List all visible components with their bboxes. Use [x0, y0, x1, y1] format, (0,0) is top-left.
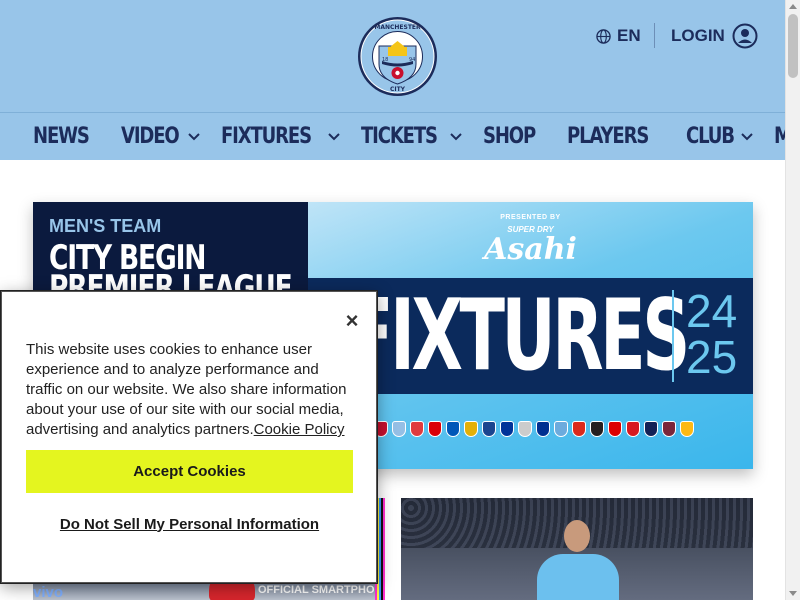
login-button[interactable]: LOGIN [671, 23, 758, 49]
club-badge-icon [392, 421, 406, 437]
player-head-shape [564, 520, 590, 552]
club-badge-icon [590, 421, 604, 437]
hero-category: MEN'S TEAM [49, 216, 162, 236]
nav-label: CLUB [685, 124, 735, 149]
nav-label: VIDEO [120, 124, 180, 149]
nav-label: PLAYERS [566, 124, 649, 149]
nav-item-players[interactable]: PLAYERS [567, 124, 666, 149]
user-circle-icon [732, 23, 758, 49]
language-selector[interactable]: EN [596, 25, 641, 47]
scrollbar-thumb[interactable] [788, 14, 798, 78]
news-card-right[interactable] [401, 498, 753, 600]
cookie-policy-link[interactable]: Cookie Policy [254, 421, 345, 438]
club-crest-logo[interactable]: 18 94 MANCHESTER CITY [357, 16, 438, 97]
sponsor-board-overlay: OFFICIAL SMARTPHO [258, 584, 375, 596]
nav-item-fixtures[interactable]: FIXTURES [221, 124, 341, 149]
club-badge-icon [626, 421, 640, 437]
chevron-down-icon [328, 132, 340, 140]
page-scrollbar[interactable] [785, 0, 800, 600]
globe-icon [596, 28, 611, 44]
nav-label: FIXTURES [221, 124, 312, 149]
crest-top-text: MANCHESTER [374, 24, 421, 31]
close-icon[interactable]: × [341, 310, 363, 332]
nav-item-video[interactable]: VIDEO [121, 124, 201, 149]
sponsor-board-text: vivo [33, 584, 64, 600]
club-badge-icon [608, 421, 622, 437]
player-shirt-shape [537, 554, 619, 600]
language-label: EN [617, 26, 641, 45]
crest-year-right: 94 [409, 57, 415, 63]
page: 18 94 MANCHESTER CITY EN LOGIN NEWS VIDE… [0, 0, 800, 600]
cookie-consent-dialog: × This website uses cookies to enhance u… [1, 291, 377, 583]
hero-image-season: 24 25 [686, 288, 737, 380]
season-bottom: 25 [686, 331, 738, 383]
hero-image-headline: FIXTURES [348, 279, 690, 393]
chevron-down-icon [450, 132, 463, 140]
crest-icon: 18 94 MANCHESTER CITY [358, 17, 437, 96]
club-badge-icon [572, 421, 586, 437]
club-badge-icon [536, 421, 550, 437]
crest-year-left: 18 [382, 57, 388, 63]
club-badge-icon [482, 421, 496, 437]
club-badge-icon [428, 421, 442, 437]
scroll-up-arrow-icon[interactable] [789, 4, 797, 9]
nav-item-club[interactable]: CLUB [686, 124, 754, 149]
cookie-message: This website uses cookies to enhance use… [26, 340, 351, 440]
chevron-down-icon [741, 132, 753, 140]
club-badge-icon [446, 421, 460, 437]
club-badge-icon [662, 421, 676, 437]
sponsor-presented-by: PRESENTED BY [500, 214, 561, 221]
club-badge-icon [500, 421, 514, 437]
nav-label: SHOP [483, 124, 536, 149]
club-badge-icon [518, 421, 532, 437]
crest-bottom-text: CITY [390, 86, 406, 93]
nav-item-news[interactable]: NEWS [33, 124, 101, 149]
nav-item-tickets[interactable]: TICKETS [361, 124, 463, 149]
nav-label: NEWS [33, 124, 90, 149]
club-badge-icon [644, 421, 658, 437]
club-badge-icon [554, 421, 568, 437]
nav-label: TICKETS [360, 124, 438, 149]
hero-image-separator [672, 290, 674, 382]
scroll-down-arrow-icon[interactable] [789, 591, 797, 596]
nav-item-shop[interactable]: SHOP [483, 124, 546, 149]
season-top: 24 [686, 285, 738, 337]
club-badge-icon [410, 421, 424, 437]
sponsor-logo: Asahi [484, 232, 577, 267]
do-not-sell-button[interactable]: Do Not Sell My Personal Information [26, 510, 353, 538]
main-nav: NEWS VIDEO FIXTURES TICKETS SHOP PLAYERS… [0, 112, 800, 160]
accept-cookies-button[interactable]: Accept Cookies [26, 450, 353, 493]
header-divider [654, 23, 655, 48]
chevron-down-icon [188, 132, 200, 140]
club-badges-row [374, 421, 694, 437]
login-label: LOGIN [671, 26, 725, 45]
club-badge-icon [680, 421, 694, 437]
club-badge-icon [464, 421, 478, 437]
header-bar: 18 94 MANCHESTER CITY EN LOGIN [0, 0, 785, 112]
